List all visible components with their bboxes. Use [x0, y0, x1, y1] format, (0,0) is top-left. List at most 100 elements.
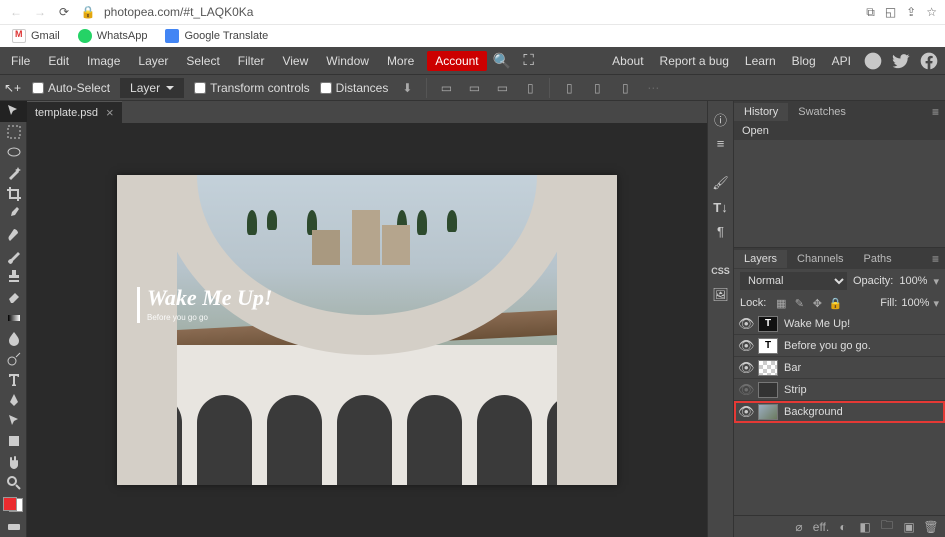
marquee-tool[interactable]	[0, 122, 27, 143]
fill-value[interactable]: 100%	[901, 297, 929, 309]
lock-all-icon[interactable]: 🔒	[828, 296, 842, 310]
zoom-tool[interactable]	[0, 472, 27, 493]
css-panel-icon[interactable]: CSS	[711, 261, 731, 281]
blur-tool[interactable]	[0, 328, 27, 349]
wand-tool[interactable]	[0, 163, 27, 184]
lock-position-icon[interactable]: ✥	[810, 296, 824, 310]
distances-checkbox[interactable]: Distances	[320, 81, 389, 95]
hand-tool[interactable]	[0, 452, 27, 473]
transform-controls-checkbox[interactable]: Transform controls	[194, 81, 310, 95]
bookmark-translate[interactable]: Google Translate	[165, 29, 268, 43]
history-panel-menu-icon[interactable]: ≡	[926, 105, 945, 119]
history-item[interactable]: Open	[734, 122, 945, 140]
color-swatch[interactable]	[3, 497, 23, 512]
distribute-right-icon[interactable]: ▯	[616, 79, 634, 97]
eraser-tool[interactable]	[0, 287, 27, 308]
lock-brush-icon[interactable]: ✎	[792, 296, 806, 310]
link-layers-icon[interactable]: ⌀	[791, 519, 807, 535]
menu-api[interactable]: API	[824, 49, 859, 73]
reddit-icon[interactable]	[863, 51, 883, 71]
bookmark-whatsapp[interactable]: WhatsApp	[78, 29, 148, 43]
menu-view[interactable]: View	[273, 49, 317, 73]
delete-layer-icon[interactable]: 🗑	[923, 519, 939, 535]
tab-layers[interactable]: Layers	[734, 250, 787, 268]
move-tool[interactable]	[0, 101, 27, 122]
reload-icon[interactable]: ⟳	[56, 4, 72, 20]
menu-window[interactable]: Window	[317, 49, 378, 73]
layer-group-icon[interactable]: 🗀	[879, 519, 895, 535]
info-panel-icon[interactable]: ⓘ	[711, 109, 731, 129]
layer-dropdown[interactable]: Layer	[120, 78, 184, 98]
shape-tool[interactable]	[0, 431, 27, 452]
pen-tool[interactable]	[0, 390, 27, 411]
visibility-icon[interactable]: 👁	[738, 382, 752, 398]
bookmark-gmail[interactable]: Gmail	[12, 29, 60, 43]
visibility-icon[interactable]: 👁	[738, 338, 752, 354]
bookmark-star-icon[interactable]: ☆	[926, 5, 937, 20]
new-layer-icon[interactable]: ▣	[901, 519, 917, 535]
layer-effects-icon[interactable]: eff.	[813, 519, 829, 535]
more-align-icon[interactable]: ⋯	[644, 79, 662, 97]
visibility-icon[interactable]: 👁	[738, 316, 752, 332]
fullscreen-icon[interactable]: ⛶	[517, 52, 540, 69]
visibility-icon[interactable]: 👁	[738, 404, 752, 420]
lock-pixels-icon[interactable]: ▦	[774, 296, 788, 310]
url-text[interactable]: photopea.com/#t_LAQK0Ka	[104, 5, 253, 19]
opacity-slider-icon[interactable]: ▾	[933, 275, 939, 288]
document-tab[interactable]: template.psd ×	[27, 101, 122, 123]
opacity-value[interactable]: 100%	[899, 275, 927, 287]
quick-mask-tool[interactable]	[0, 516, 27, 537]
eyedropper-tool[interactable]	[0, 204, 27, 225]
menu-image[interactable]: Image	[78, 49, 129, 73]
menu-select[interactable]: Select	[177, 49, 228, 73]
distribute-left-icon[interactable]: ▯	[560, 79, 578, 97]
layer-row-background[interactable]: 👁 Background	[734, 401, 945, 423]
auto-select-checkbox[interactable]: Auto-Select	[32, 81, 110, 95]
thumbnail-panel-icon[interactable]: 🖼	[711, 285, 731, 305]
menu-learn[interactable]: Learn	[737, 49, 784, 73]
facebook-icon[interactable]	[919, 51, 939, 71]
distribute-center-icon[interactable]: ▯	[588, 79, 606, 97]
layer-row-wake-me-up[interactable]: 👁 T Wake Me Up!	[734, 313, 945, 335]
adjust-panel-icon[interactable]: ≡	[711, 133, 731, 153]
type-tool[interactable]	[0, 369, 27, 390]
blend-mode-select[interactable]: Normal	[740, 272, 847, 290]
brush-tool[interactable]	[0, 245, 27, 266]
account-button[interactable]: Account	[427, 51, 486, 71]
character-panel-icon[interactable]: T↓	[711, 197, 731, 217]
lasso-tool[interactable]	[0, 142, 27, 163]
layer-row-before-you-go[interactable]: 👁 T Before you go go.	[734, 335, 945, 357]
menu-report[interactable]: Report a bug	[652, 49, 737, 73]
brush-panel-icon[interactable]: 🖌	[711, 173, 731, 193]
back-icon[interactable]: ←	[8, 4, 24, 20]
menu-blog[interactable]: Blog	[784, 49, 824, 73]
align-left-icon[interactable]: ▭	[437, 79, 455, 97]
crop-tool[interactable]	[0, 184, 27, 205]
layers-panel-menu-icon[interactable]: ≡	[926, 252, 945, 266]
gradient-tool[interactable]	[0, 307, 27, 328]
tab-swatches[interactable]: Swatches	[788, 103, 856, 121]
layer-row-bar[interactable]: 👁 Bar	[734, 357, 945, 379]
menu-more[interactable]: More	[378, 49, 423, 73]
canvas-viewport[interactable]: Wake Me Up! Before you go go	[27, 123, 707, 537]
forward-icon[interactable]: →	[32, 4, 48, 20]
stamp-tool[interactable]	[0, 266, 27, 287]
adjustment-layer-icon[interactable]: ◧	[857, 519, 873, 535]
foreground-color[interactable]	[3, 497, 17, 511]
heal-tool[interactable]	[0, 225, 27, 246]
close-tab-icon[interactable]: ×	[106, 105, 114, 120]
align-right-icon[interactable]: ▭	[493, 79, 511, 97]
visibility-icon[interactable]: 👁	[738, 360, 752, 376]
install-icon[interactable]: ⧉	[866, 5, 875, 20]
tab-paths[interactable]: Paths	[854, 250, 902, 268]
tab-channels[interactable]: Channels	[787, 250, 853, 268]
dodge-tool[interactable]	[0, 349, 27, 370]
menu-layer[interactable]: Layer	[129, 49, 177, 73]
layer-mask-icon[interactable]: ◐	[835, 519, 851, 535]
menu-file[interactable]: File	[2, 49, 39, 73]
fill-slider-icon[interactable]: ▾	[933, 297, 939, 310]
path-select-tool[interactable]	[0, 410, 27, 431]
search-icon[interactable]: 🔍	[487, 52, 518, 70]
layer-row-strip[interactable]: 👁 Strip	[734, 379, 945, 401]
tab-history[interactable]: History	[734, 103, 788, 121]
